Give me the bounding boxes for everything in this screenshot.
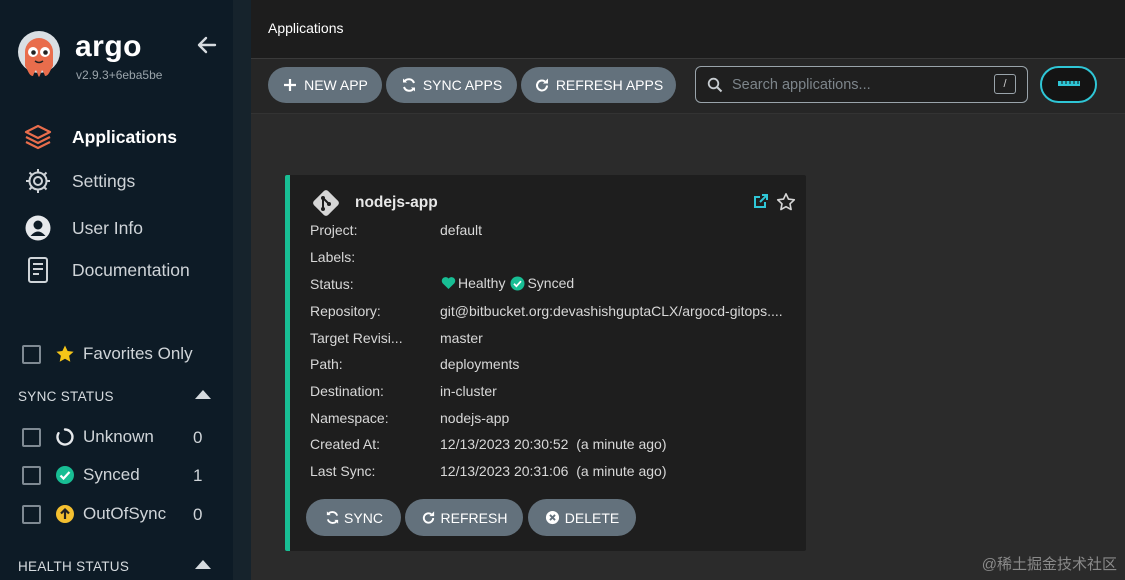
namespace-value: nodejs-app bbox=[440, 410, 510, 426]
check-circle-icon bbox=[55, 465, 75, 485]
filter-checkbox[interactable] bbox=[22, 504, 41, 524]
git-icon bbox=[313, 190, 339, 216]
check-circle-icon bbox=[509, 275, 525, 291]
document-icon bbox=[22, 255, 54, 285]
app-name[interactable]: nodejs-app bbox=[355, 194, 438, 212]
sidebar-item-applications[interactable]: Applications bbox=[22, 122, 177, 152]
field-label: Repository: bbox=[310, 303, 381, 319]
filter-synced[interactable]: Synced bbox=[22, 462, 140, 488]
new-app-button[interactable]: NEW APP bbox=[268, 67, 382, 103]
watermark: @稀土掘金技术社区 bbox=[981, 556, 1117, 573]
search-icon bbox=[707, 77, 723, 93]
delete-button[interactable]: DELETE bbox=[528, 499, 636, 536]
brand-name: argo bbox=[75, 30, 143, 63]
refresh-icon bbox=[534, 77, 550, 93]
repository-value: git@bitbucket.org:devashishguptaCLX/argo… bbox=[440, 303, 783, 319]
sidebar: argo v2.9.3+6eba5be Applications Setting… bbox=[0, 0, 233, 580]
filter-count: 1 bbox=[193, 466, 203, 485]
field-label: Project: bbox=[310, 222, 358, 238]
filter-label: Unknown bbox=[83, 427, 154, 446]
favorite-star-icon[interactable] bbox=[776, 192, 796, 212]
collapse-caret-icon[interactable] bbox=[195, 390, 211, 399]
filter-unknown[interactable]: Unknown bbox=[22, 424, 154, 450]
sidebar-rail bbox=[233, 0, 251, 580]
version-label: v2.9.3+6eba5be bbox=[76, 68, 163, 82]
filter-label: OutOfSync bbox=[83, 504, 167, 523]
sync-icon bbox=[324, 510, 340, 526]
circle-notch-icon bbox=[55, 427, 75, 447]
external-link-icon[interactable] bbox=[753, 193, 769, 209]
sync-label: SYNC bbox=[344, 509, 383, 526]
application-card[interactable]: nodejs-app Project: default Labels: Stat… bbox=[285, 175, 806, 551]
sync-status: Synced bbox=[527, 275, 575, 291]
filter-out-of-sync[interactable]: OutOfSync bbox=[22, 501, 166, 527]
refresh-label: REFRESH bbox=[440, 509, 508, 526]
target-revision-value: master bbox=[440, 330, 483, 346]
user-circle-icon bbox=[22, 213, 54, 243]
sidebar-item-documentation[interactable]: Documentation bbox=[22, 255, 190, 285]
sidebar-item-label: Documentation bbox=[72, 259, 190, 280]
sidebar-item-user-info[interactable]: User Info bbox=[22, 213, 143, 243]
filter-count: 0 bbox=[193, 428, 203, 447]
favorites-label: Favorites Only bbox=[83, 344, 193, 363]
destination-value: in-cluster bbox=[440, 383, 497, 399]
last-sync-value: 12/13/2023 20:31:06 (a minute ago) bbox=[440, 463, 667, 479]
field-label: Last Sync: bbox=[310, 463, 376, 479]
field-label: Path: bbox=[310, 356, 343, 372]
field-label: Namespace: bbox=[310, 410, 389, 426]
filter-count: 0 bbox=[193, 505, 203, 524]
arrow-left-icon[interactable] bbox=[195, 33, 219, 57]
search-shortcut-hint: / bbox=[994, 74, 1016, 94]
sidebar-item-label: Applications bbox=[72, 126, 178, 147]
delete-label: DELETE bbox=[564, 509, 620, 526]
favorites-checkbox[interactable] bbox=[22, 344, 41, 364]
filter-checkbox[interactable] bbox=[22, 427, 41, 447]
top-bar: Applications bbox=[251, 0, 1125, 59]
plus-icon bbox=[282, 77, 298, 93]
favorites-filter[interactable]: Favorites Only bbox=[22, 341, 193, 367]
close-circle-icon bbox=[545, 510, 561, 526]
field-label: Created At: bbox=[310, 436, 381, 452]
collapse-caret-icon[interactable] bbox=[195, 560, 211, 569]
tiles-view-icon bbox=[1058, 81, 1080, 86]
sidebar-item-label: Settings bbox=[72, 170, 136, 191]
refresh-apps-label: REFRESH APPS bbox=[555, 77, 664, 93]
filter-label: Synced bbox=[83, 465, 140, 484]
sync-button[interactable]: SYNC bbox=[306, 499, 401, 536]
sync-icon bbox=[401, 77, 417, 93]
sidebar-item-settings[interactable]: Settings bbox=[22, 166, 135, 196]
refresh-icon bbox=[421, 510, 437, 526]
arrow-up-circle-icon bbox=[55, 504, 75, 524]
health-status-heading: HEALTH STATUS bbox=[18, 559, 130, 574]
refresh-button[interactable]: REFRESH bbox=[405, 499, 523, 536]
refresh-apps-button[interactable]: REFRESH APPS bbox=[521, 67, 676, 103]
field-label: Labels: bbox=[310, 249, 356, 265]
created-at-value: 12/13/2023 20:30:52 (a minute ago) bbox=[440, 436, 667, 452]
status-value: Healthy Synced bbox=[440, 275, 574, 291]
heart-icon bbox=[440, 275, 456, 291]
filter-checkbox[interactable] bbox=[22, 465, 41, 485]
star-icon bbox=[55, 344, 75, 364]
page-title: Applications bbox=[268, 20, 344, 36]
sync-apps-label: SYNC APPS bbox=[422, 77, 503, 93]
sidebar-item-label: User Info bbox=[72, 217, 143, 238]
field-label: Status: bbox=[310, 276, 354, 292]
field-label: Destination: bbox=[310, 383, 384, 399]
path-value: deployments bbox=[440, 356, 520, 372]
argo-logo-icon[interactable] bbox=[17, 30, 61, 84]
new-app-label: NEW APP bbox=[304, 77, 368, 93]
search-box[interactable]: / bbox=[695, 66, 1028, 103]
health-status: Healthy bbox=[458, 275, 506, 291]
sync-status-heading: SYNC STATUS bbox=[18, 389, 114, 404]
project-value: default bbox=[440, 222, 483, 238]
gear-icon bbox=[22, 166, 54, 196]
layers-icon bbox=[22, 122, 54, 152]
field-label: Target Revisi... bbox=[310, 330, 403, 346]
search-input[interactable] bbox=[730, 73, 984, 97]
view-toggle-button[interactable] bbox=[1040, 66, 1097, 103]
sync-apps-button[interactable]: SYNC APPS bbox=[386, 67, 517, 103]
